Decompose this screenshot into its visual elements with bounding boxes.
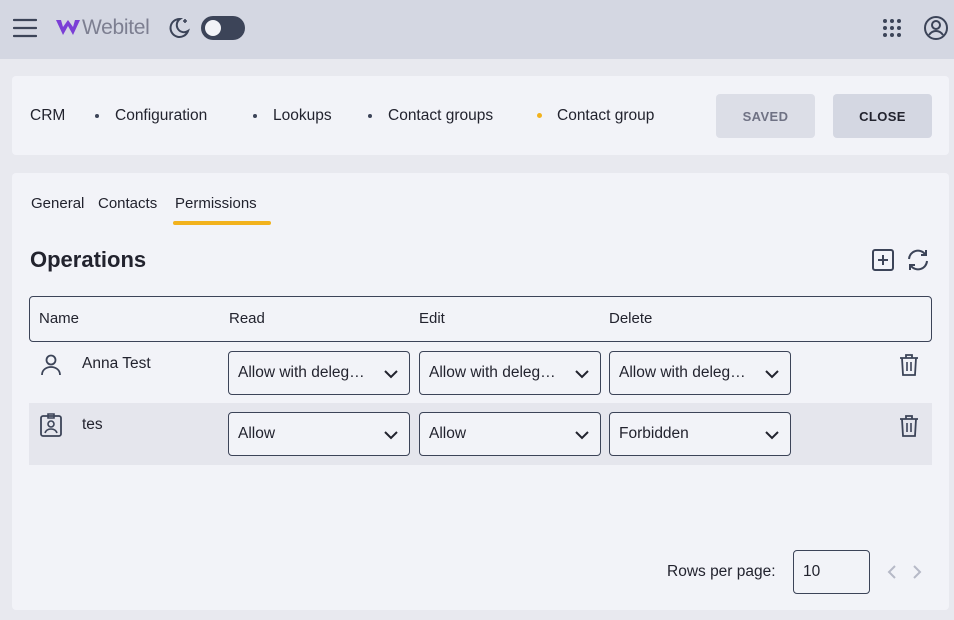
webitel-logo-icon [56,20,80,35]
tab-permissions[interactable]: Permissions [175,195,257,212]
tab-contacts[interactable]: Contacts [98,195,157,212]
moon-icon [169,17,190,38]
toggle-knob [205,20,221,36]
trash-icon[interactable] [897,353,921,377]
column-header-name[interactable]: Name [39,310,79,327]
delete-select-value: Forbidden [619,425,689,442]
delete-select-value: Allow with delegation [619,364,751,381]
breadcrumb-configuration[interactable]: Configuration [115,107,207,125]
column-header-edit: Edit [419,310,445,327]
user-icon [41,354,61,376]
delete-select[interactable]: Forbidden [609,412,791,456]
chevron-down-icon [384,431,398,440]
breadcrumb-separator [368,114,372,118]
column-header-delete: Delete [609,310,653,327]
trash-icon[interactable] [897,414,921,438]
add-icon[interactable] [871,248,895,272]
chevron-right-icon[interactable] [910,564,924,580]
chevron-left-icon[interactable] [885,564,899,580]
breadcrumb-contact-groups[interactable]: Contact groups [388,107,493,125]
saved-button[interactable]: SAVED [716,94,815,138]
edit-select-value: Allow with delegation [429,364,561,381]
delete-select[interactable]: Allow with delegation [609,351,791,395]
badge-icon [40,413,62,437]
edit-select[interactable]: Allow with delegation [419,351,601,395]
read-select[interactable]: Allow with delegation [228,351,410,395]
chevron-down-icon [765,431,779,440]
close-button[interactable]: CLOSE [833,94,932,138]
breadcrumb-crm[interactable]: CRM [30,107,65,125]
rows-per-page-label: Rows per page: [667,563,776,580]
breadcrumb-separator [253,114,257,118]
read-select[interactable]: Allow [228,412,410,456]
app-logo-text: Webitel [82,16,150,39]
chevron-down-icon [575,431,589,440]
column-header-read: Read [229,310,265,327]
read-select-value: Allow with delegation [238,364,370,381]
breadcrumb-contact-group: Contact group [557,107,655,124]
chevron-down-icon [575,370,589,379]
chevron-down-icon [384,370,398,379]
refresh-icon[interactable] [905,247,931,273]
menu-icon[interactable] [13,16,37,40]
edit-select-value: Allow [429,425,467,442]
breadcrumb-separator-active [537,113,542,118]
row-name: Anna Test [82,355,151,372]
active-tab-indicator [173,221,271,225]
section-title: Operations [30,247,147,272]
account-icon[interactable] [923,15,949,41]
table-header [29,296,932,342]
chevron-down-icon [765,370,779,379]
edit-select[interactable]: Allow [419,412,601,456]
breadcrumb-separator [95,114,99,118]
theme-toggle[interactable] [201,16,245,40]
read-select-value: Allow [238,425,276,442]
breadcrumb-lookups[interactable]: Lookups [273,107,332,125]
rows-per-page-input[interactable]: 10 [793,550,870,594]
row-name: tes [82,416,103,433]
tab-general[interactable]: General [31,195,84,212]
apps-grid-icon[interactable] [882,18,902,38]
